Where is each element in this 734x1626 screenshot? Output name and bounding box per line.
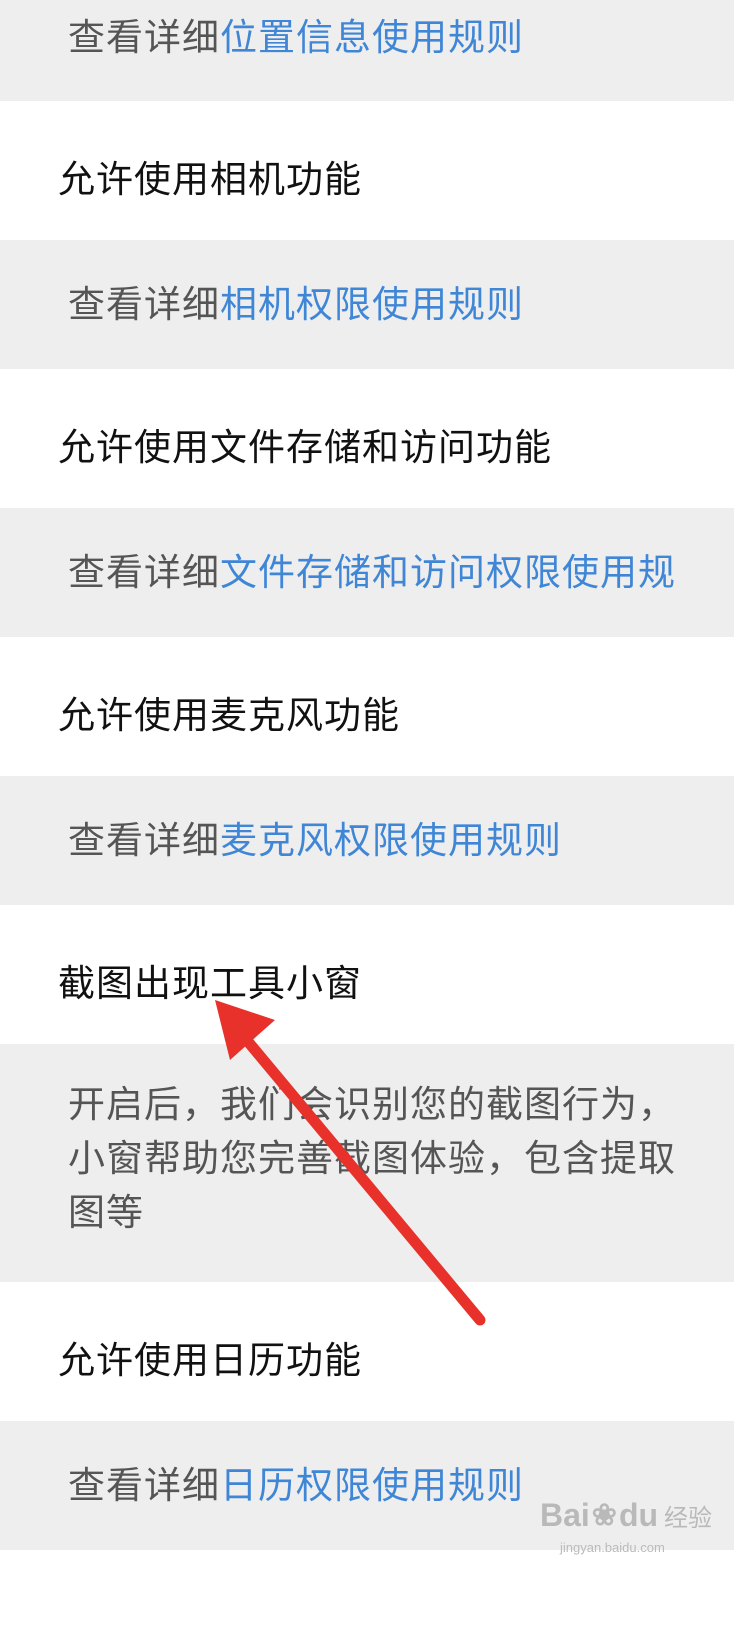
calendar-rules-link[interactable]: 日历权限使用规则 <box>220 1464 524 1507</box>
screenshot-tool-description-row: 开启后，我们会识别您的截图行为， 小窗帮助您完善截图体验，包含提取 图等 <box>0 1044 734 1282</box>
camera-rules-link[interactable]: 相机权限使用规则 <box>220 283 524 326</box>
calendar-permission-title: 允许使用日历功能 <box>58 1339 362 1382</box>
calendar-rules-text: 查看详细日历权限使用规则 <box>68 1455 524 1509</box>
location-rules-link[interactable]: 位置信息使用规则 <box>220 16 524 59</box>
paw-icon: ❀ <box>591 1498 617 1532</box>
microphone-rules-link[interactable]: 麦克风权限使用规则 <box>220 819 562 862</box>
storage-rules-link[interactable]: 文件存储和访问权限使用规 <box>220 551 676 594</box>
view-details-prefix: 查看详细 <box>68 819 220 862</box>
location-rules-text: 查看详细位置信息使用规则 <box>68 7 524 61</box>
camera-permission-title: 允许使用相机功能 <box>58 158 362 201</box>
storage-rules-text: 查看详细文件存储和访问权限使用规 <box>68 542 676 596</box>
camera-permission-item[interactable]: 允许使用相机功能 <box>0 101 734 240</box>
bottom-strip <box>0 1550 734 1626</box>
watermark-url: jingyan.baidu.com <box>560 1540 665 1555</box>
baidu-jingyan-watermark: Bai ❀ du 经验 <box>540 1490 712 1540</box>
view-details-prefix: 查看详细 <box>68 551 220 594</box>
location-rules-row: 查看详细位置信息使用规则 <box>0 0 734 101</box>
description-line: 开启后，我们会识别您的截图行为， <box>68 1083 676 1126</box>
description-line: 图等 <box>68 1191 144 1234</box>
watermark-brand-right: du <box>618 1496 659 1533</box>
view-details-prefix: 查看详细 <box>68 283 220 326</box>
description-line: 小窗帮助您完善截图体验，包含提取 <box>68 1137 676 1180</box>
camera-rules-row: 查看详细相机权限使用规则 <box>0 240 734 369</box>
camera-rules-text: 查看详细相机权限使用规则 <box>68 274 524 328</box>
storage-permission-title: 允许使用文件存储和访问功能 <box>58 426 552 469</box>
microphone-permission-title: 允许使用麦克风功能 <box>58 694 400 737</box>
screenshot-tool-description: 开启后，我们会识别您的截图行为， 小窗帮助您完善截图体验，包含提取 图等 <box>68 1078 676 1240</box>
storage-rules-row: 查看详细文件存储和访问权限使用规 <box>0 508 734 637</box>
view-details-prefix: 查看详细 <box>68 16 220 59</box>
microphone-rules-row: 查看详细麦克风权限使用规则 <box>0 776 734 905</box>
screenshot-tool-window-item[interactable]: 截图出现工具小窗 <box>0 905 734 1044</box>
view-details-prefix: 查看详细 <box>68 1464 220 1507</box>
watermark-brand-left: Bai <box>540 1496 590 1533</box>
calendar-permission-item[interactable]: 允许使用日历功能 <box>0 1282 734 1421</box>
screenshot-tool-window-title: 截图出现工具小窗 <box>58 962 362 1005</box>
storage-permission-item[interactable]: 允许使用文件存储和访问功能 <box>0 369 734 508</box>
microphone-rules-text: 查看详细麦克风权限使用规则 <box>68 810 562 864</box>
watermark-product: 经验 <box>664 1504 713 1532</box>
microphone-permission-item[interactable]: 允许使用麦克风功能 <box>0 637 734 776</box>
